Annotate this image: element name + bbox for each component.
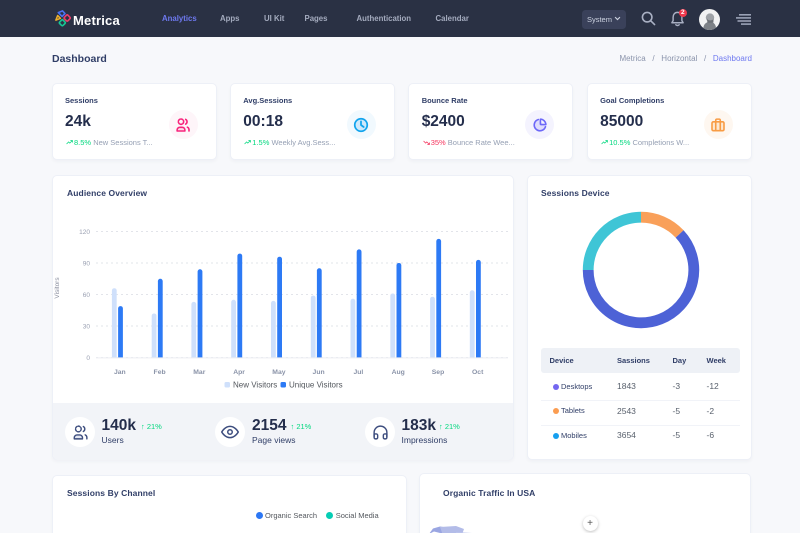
svg-text:Jan: Jan [113, 369, 125, 376]
svg-text:120: 120 [79, 229, 90, 236]
svg-text:60: 60 [82, 292, 90, 299]
svg-text:Feb: Feb [153, 369, 165, 376]
svg-text:Jul: Jul [353, 369, 363, 376]
svg-text:New Visitors: New Visitors [233, 381, 277, 390]
svg-text:Visitors: Visitors [54, 277, 61, 299]
svg-text:0: 0 [86, 355, 90, 362]
svg-text:Aug: Aug [391, 369, 404, 376]
svg-text:Sep: Sep [431, 369, 443, 376]
svg-text:Mar: Mar [193, 369, 205, 376]
svg-text:30: 30 [82, 323, 90, 330]
svg-text:Unique Visitors: Unique Visitors [289, 381, 343, 390]
svg-text:May: May [272, 369, 285, 376]
svg-text:Oct: Oct [472, 369, 484, 376]
svg-text:Apr: Apr [233, 369, 245, 376]
svg-text:90: 90 [82, 260, 90, 267]
svg-text:Jun: Jun [312, 369, 324, 376]
